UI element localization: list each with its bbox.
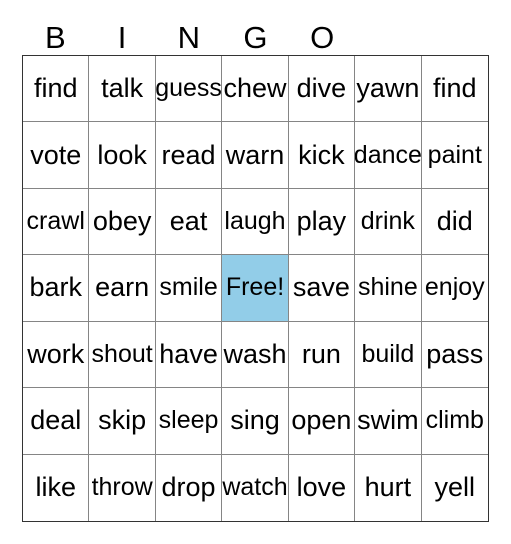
- bingo-cell[interactable]: shout: [89, 321, 156, 389]
- header-letter-blank: [422, 14, 489, 55]
- header-letter-o: O: [310, 20, 335, 55]
- bingo-cell[interactable]: talk: [89, 56, 156, 123]
- bingo-cell[interactable]: warn: [222, 122, 289, 189]
- bingo-cell[interactable]: earn: [89, 255, 156, 322]
- bingo-cell[interactable]: shine: [355, 255, 422, 322]
- header-letter-i: I: [117, 20, 127, 55]
- bingo-cell[interactable]: run: [288, 321, 356, 389]
- bingo-cell[interactable]: save: [288, 255, 356, 322]
- bingo-cell[interactable]: watch: [222, 454, 289, 521]
- bingo-cell[interactable]: climb: [421, 388, 488, 455]
- bingo-cell[interactable]: work: [23, 321, 90, 389]
- bingo-cell[interactable]: vote: [23, 122, 90, 189]
- bingo-cell[interactable]: like: [23, 454, 90, 521]
- bingo-header-row: BINGO: [22, 14, 489, 55]
- bingo-cell[interactable]: obey: [89, 188, 156, 256]
- bingo-cell[interactable]: crawl: [23, 188, 90, 256]
- bingo-cell[interactable]: read: [155, 122, 223, 189]
- header-letter-g: G: [243, 20, 268, 55]
- bingo-cell[interactable]: drop: [155, 454, 223, 521]
- bingo-cell[interactable]: enjoy: [421, 255, 488, 322]
- bingo-cell[interactable]: look: [89, 122, 156, 189]
- bingo-cell[interactable]: find: [421, 56, 488, 123]
- bingo-cell[interactable]: sleep: [155, 388, 223, 455]
- bingo-card: BINGO find talk guess chew dive yawn find vote l…: [0, 0, 511, 544]
- bingo-cell[interactable]: chew: [222, 56, 289, 123]
- bingo-cell[interactable]: yell: [421, 454, 488, 521]
- bingo-cell[interactable]: paint: [421, 122, 488, 189]
- bingo-cell[interactable]: deal: [23, 388, 90, 455]
- bingo-cell[interactable]: guess: [155, 56, 223, 123]
- header-letter-blank: [356, 14, 423, 55]
- bingo-cell[interactable]: dance: [355, 122, 422, 189]
- bingo-cell[interactable]: smile: [155, 255, 223, 322]
- bingo-cell[interactable]: bark: [23, 255, 90, 322]
- header-letter-n: N: [177, 20, 200, 55]
- bingo-cell[interactable]: build: [355, 321, 422, 389]
- bingo-cell[interactable]: kick: [288, 122, 356, 189]
- bingo-cell[interactable]: find: [23, 56, 90, 123]
- bingo-cell[interactable]: laugh: [222, 188, 289, 256]
- bingo-cell-free-space[interactable]: Free!: [222, 255, 289, 322]
- bingo-cell[interactable]: pass: [421, 321, 488, 389]
- bingo-cell[interactable]: drink: [355, 188, 422, 256]
- bingo-cell[interactable]: hurt: [355, 454, 422, 521]
- bingo-cell[interactable]: yawn: [355, 56, 422, 123]
- bingo-cell[interactable]: dive: [288, 56, 356, 123]
- bingo-cell[interactable]: play: [288, 188, 356, 256]
- bingo-cell[interactable]: throw: [89, 454, 156, 521]
- bingo-cell[interactable]: open: [288, 388, 356, 455]
- bingo-cell[interactable]: swim: [355, 388, 422, 455]
- bingo-cell[interactable]: did: [421, 188, 488, 256]
- bingo-cell[interactable]: have: [155, 321, 223, 389]
- bingo-cell[interactable]: love: [288, 454, 356, 521]
- bingo-grid: find talk guess chew dive yawn find vote look rea…: [22, 55, 489, 522]
- bingo-cell[interactable]: sing: [222, 388, 289, 455]
- bingo-cell[interactable]: eat: [155, 188, 223, 256]
- header-letter-b: B: [45, 20, 66, 55]
- bingo-cell[interactable]: skip: [89, 388, 156, 455]
- bingo-cell[interactable]: wash: [222, 321, 289, 389]
